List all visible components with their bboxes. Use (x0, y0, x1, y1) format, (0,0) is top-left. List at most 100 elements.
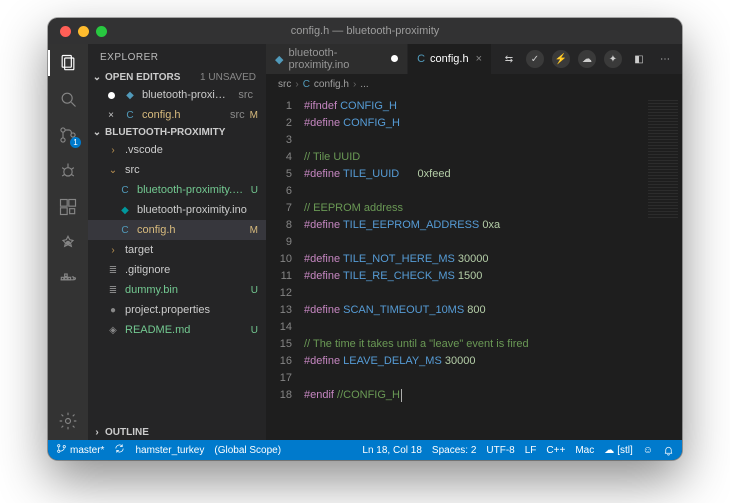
cloud-status[interactable]: ☁ [stl] (604, 445, 633, 456)
tab-actions: ⇆ ✓ ⚡ ☁ ✦ ◧ ⋯ (492, 44, 682, 74)
git-status: M (250, 225, 260, 236)
crumb-file[interactable]: config.h (314, 79, 349, 90)
folder-header[interactable]: ⌄ BLUETOOTH-PROXIMITY (88, 125, 266, 140)
tree-label: project.properties (125, 304, 253, 316)
outline-label: OUTLINE (105, 427, 149, 438)
tree-row[interactable]: ›target (88, 240, 266, 260)
tree-row[interactable]: ●project.properties (88, 300, 266, 320)
code-editor[interactable]: 123456789101112131415161718 #ifndef CONF… (266, 94, 682, 440)
platform[interactable]: Mac (575, 445, 594, 456)
tree-row[interactable]: ◆bluetooth-proximity.ino (88, 200, 266, 220)
tree-label: config.h (137, 224, 245, 236)
action-cloud-icon[interactable]: ☁ (578, 50, 596, 68)
tree-label: bluetooth-proximity.cpp (137, 184, 246, 196)
crumb-more[interactable]: ... (360, 79, 368, 90)
scm-icon[interactable]: 1 (57, 124, 79, 146)
extensions-icon[interactable] (57, 196, 79, 218)
editor-tab[interactable]: Cconfig.h × (408, 44, 492, 74)
breadcrumbs[interactable]: src › C config.h › ... (266, 74, 682, 94)
unsaved-count: 1 UNSAVED (200, 72, 262, 83)
debug-icon[interactable] (57, 160, 79, 182)
action-check-icon[interactable]: ✓ (526, 50, 544, 68)
git-branch[interactable]: master* (56, 443, 104, 457)
indent[interactable]: Spaces: 2 (432, 445, 476, 456)
close-window[interactable] (60, 26, 71, 37)
explorer-icon[interactable] (57, 52, 79, 74)
file-icon: ◆ (275, 53, 283, 66)
open-editors-header[interactable]: ⌄ OPEN EDITORS 1 UNSAVED (88, 70, 266, 85)
git-status: U (251, 325, 260, 336)
tab-label: config.h (430, 53, 469, 65)
compare-icon[interactable]: ⇆ (500, 50, 518, 68)
tab-label: bluetooth-proximity.ino (288, 47, 384, 71)
tree-row[interactable]: ⌄src (88, 160, 266, 180)
open-editor-label: config.h (142, 109, 225, 121)
branch-icon (56, 443, 67, 457)
minimap[interactable] (640, 94, 682, 440)
sync-status[interactable] (114, 443, 125, 457)
chevron-right-icon: › (92, 427, 102, 438)
file-icon: C (123, 108, 137, 122)
encoding[interactable]: UTF-8 (486, 445, 514, 456)
tree-row[interactable]: ≣.gitignore (88, 260, 266, 280)
sidebar-title: EXPLORER (88, 44, 266, 70)
window-title: config.h — bluetooth-proximity (48, 25, 682, 37)
sync-icon (114, 443, 125, 457)
editor-tab[interactable]: ◆ bluetooth-proximity.ino (266, 44, 408, 74)
status-bar: master* hamster_turkey (Global Scope) Ln… (48, 440, 682, 460)
action-flash-icon[interactable]: ⚡ (552, 50, 570, 68)
particle-icon[interactable] (57, 232, 79, 254)
tree-label: dummy.bin (125, 284, 246, 296)
zoom-window[interactable] (96, 26, 107, 37)
activity-bar: 1 (48, 44, 88, 440)
tree-label: .vscode (125, 144, 253, 156)
feedback-icon[interactable]: ☺ (643, 445, 653, 456)
more-icon[interactable]: ⋯ (656, 50, 674, 68)
chevron-right-icon: › (106, 243, 120, 257)
tree-row[interactable]: ≣dummy.binU (88, 280, 266, 300)
chevron-down-icon: ⌄ (92, 127, 102, 138)
minimize-window[interactable] (78, 26, 89, 37)
dirty-dot-icon (104, 88, 118, 102)
editor-window: config.h — bluetooth-proximity 1 EXPLORE… (48, 18, 682, 460)
file-c-icon: C (303, 79, 310, 90)
crumb-folder[interactable]: src (278, 79, 291, 90)
outline-header[interactable]: › OUTLINE (88, 425, 266, 440)
file-icon: ◆ (123, 88, 137, 102)
open-editor-label: bluetooth-proximity.ino (142, 89, 233, 101)
git-status: M (250, 110, 260, 121)
docker-icon[interactable] (57, 268, 79, 290)
tab-bar: ◆ bluetooth-proximity.ino Cconfig.h × ⇆ ✓ ⚡… (266, 44, 682, 74)
open-editor-item[interactable]: ×Cconfig.h srcM (88, 105, 266, 125)
tree-label: README.md (125, 324, 246, 336)
traffic-lights (48, 26, 107, 37)
dirty-dot-icon[interactable] (389, 53, 398, 65)
line-gutter: 123456789101112131415161718 (266, 94, 300, 440)
titlebar[interactable]: config.h — bluetooth-proximity (48, 18, 682, 44)
split-editor-icon[interactable]: ◧ (630, 50, 648, 68)
status-context[interactable]: hamster_turkey (135, 445, 204, 456)
git-status: U (251, 185, 260, 196)
git-status: U (251, 285, 260, 296)
file-icon: C (417, 53, 425, 65)
file-ino-icon: ◆ (118, 203, 132, 217)
open-editors-label: OPEN EDITORS (105, 72, 180, 83)
close-tab-icon[interactable]: × (474, 53, 482, 65)
search-icon[interactable] (57, 88, 79, 110)
tree-row[interactable]: Cconfig.hM (88, 220, 266, 240)
folder-label: BLUETOOTH-PROXIMITY (105, 127, 225, 138)
tree-row[interactable]: ◈ README.md U (88, 320, 266, 340)
code-content[interactable]: #ifndef CONFIG_H#define CONFIG_H// Tile … (300, 94, 682, 440)
cursor-position[interactable]: Ln 18, Col 18 (362, 445, 422, 456)
bell-icon[interactable] (663, 445, 674, 456)
action-clean-icon[interactable]: ✦ (604, 50, 622, 68)
language-mode[interactable]: C++ (546, 445, 565, 456)
settings-icon[interactable] (57, 410, 79, 432)
open-editor-item[interactable]: ◆bluetooth-proximity.ino src (88, 85, 266, 105)
status-scope[interactable]: (Global Scope) (214, 445, 281, 456)
scm-badge: 1 (70, 137, 81, 148)
file-md-icon: ◈ (106, 323, 120, 337)
tree-row[interactable]: Cbluetooth-proximity.cppU (88, 180, 266, 200)
eol[interactable]: LF (525, 445, 537, 456)
tree-row[interactable]: ›.vscode (88, 140, 266, 160)
